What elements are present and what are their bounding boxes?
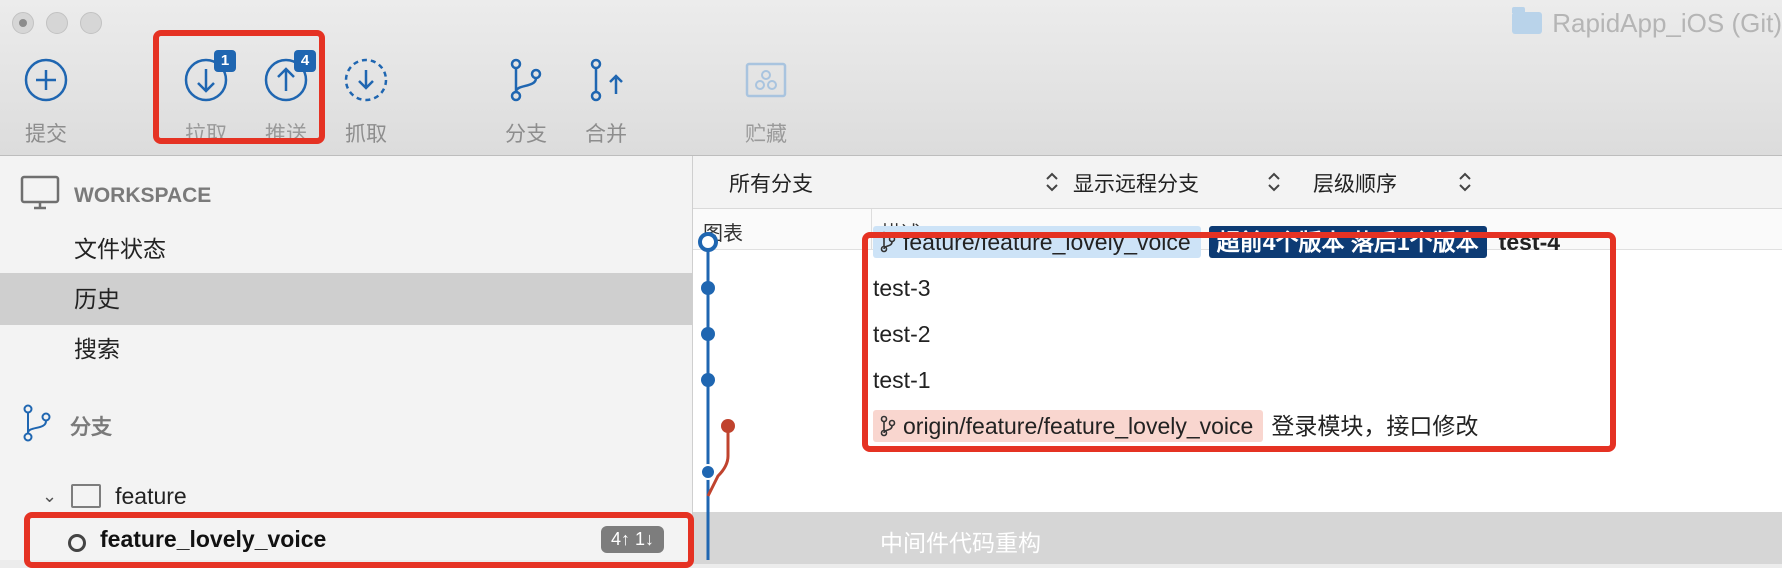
chevron-updown-icon bbox=[1268, 172, 1280, 192]
merge-button[interactable]: 合并 bbox=[566, 56, 646, 148]
history-filters: 所有分支 显示远程分支 层级顺序 bbox=[693, 156, 1782, 209]
branch-icon bbox=[20, 403, 54, 449]
branch-icon bbox=[502, 56, 550, 104]
commit-graph bbox=[698, 232, 735, 560]
chevron-updown-icon bbox=[1046, 172, 1058, 192]
fetch-icon bbox=[342, 56, 390, 104]
stash-icon bbox=[742, 56, 790, 104]
highlight-box-pull-push bbox=[153, 30, 325, 144]
monitor-icon bbox=[20, 175, 60, 217]
fetch-button[interactable]: 抓取 bbox=[326, 56, 406, 148]
fetch-label: 抓取 bbox=[345, 123, 387, 146]
merge-icon bbox=[582, 56, 630, 104]
commit-node-head[interactable] bbox=[698, 232, 718, 252]
stash-button[interactable]: 贮藏 bbox=[726, 56, 806, 148]
sidebar-item-search[interactable]: 搜索 bbox=[0, 323, 692, 375]
commit-label: 提交 bbox=[25, 123, 67, 146]
branch-label: 分支 bbox=[505, 123, 547, 146]
close-window-button[interactable] bbox=[12, 12, 34, 34]
commit-node[interactable] bbox=[701, 327, 715, 341]
commit-node-remote[interactable] bbox=[721, 419, 735, 433]
commit-node[interactable] bbox=[700, 464, 716, 480]
commit-node[interactable] bbox=[701, 373, 715, 387]
minimize-window-button[interactable] bbox=[46, 12, 68, 34]
zoom-window-button[interactable] bbox=[80, 12, 102, 34]
chevron-updown-icon bbox=[1459, 172, 1471, 192]
commit-button[interactable]: 提交 bbox=[6, 56, 86, 148]
stash-label: 贮藏 bbox=[745, 123, 787, 146]
sidebar: WORKSPACE 文件状态 历史 搜索 分支 ⌄ feature featur… bbox=[0, 156, 693, 560]
sidebar-item-file-status[interactable]: 文件状态 bbox=[0, 223, 692, 275]
folder-icon bbox=[71, 484, 102, 508]
commit-icon bbox=[22, 56, 70, 104]
window-title: RapidApp_iOS (Git) bbox=[1512, 7, 1782, 38]
highlight-box-commits bbox=[862, 232, 1616, 452]
commit-row-selected[interactable]: 中间件代码重构 bbox=[693, 512, 1782, 564]
branch-button[interactable]: 分支 bbox=[486, 56, 566, 148]
commit-node[interactable] bbox=[701, 281, 715, 295]
workspace-header: WORKSPACE bbox=[20, 174, 211, 218]
branches-header[interactable]: 分支 bbox=[20, 404, 112, 448]
merge-label: 合并 bbox=[585, 123, 627, 146]
chevron-down-icon: ⌄ bbox=[42, 485, 58, 506]
sidebar-item-history[interactable]: 历史 bbox=[0, 273, 692, 325]
order-filter-select[interactable]: 层级顺序 bbox=[1313, 168, 1397, 198]
folder-icon bbox=[1512, 7, 1543, 34]
remote-filter-select[interactable]: 显示远程分支 bbox=[1073, 168, 1199, 198]
